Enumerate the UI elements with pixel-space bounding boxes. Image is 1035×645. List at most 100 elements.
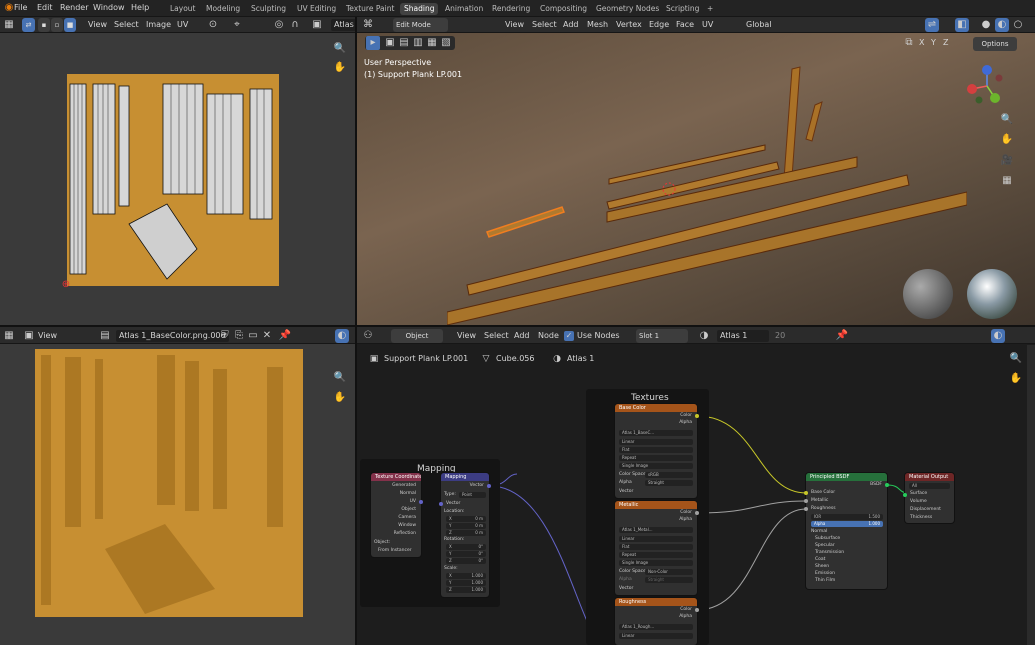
vp-menu-mesh[interactable]: Mesh xyxy=(587,19,608,31)
socket-base-color-out[interactable] xyxy=(695,414,699,418)
image-browse-icon-2[interactable]: ▤ xyxy=(98,329,112,343)
2d-cursor-icon[interactable]: ⊕ xyxy=(59,278,73,292)
material-output-node[interactable]: Material Output All Surface Volume Displ… xyxy=(905,473,954,523)
bsdf-panel-specular[interactable]: Specular xyxy=(815,543,835,549)
tab-uv-editing[interactable]: UV Editing xyxy=(293,3,340,15)
vp-menu-vertex[interactable]: Vertex xyxy=(616,19,642,31)
from-instancer-label[interactable]: From Instancer xyxy=(378,548,412,554)
tab-modeling[interactable]: Modeling xyxy=(202,3,244,15)
base-proj[interactable]: Flat xyxy=(619,447,693,453)
rot-x[interactable]: X 0° xyxy=(446,544,486,550)
tab-scripting[interactable]: Scripting xyxy=(662,3,703,15)
metallic-texture-node[interactable]: Metallic Color Alpha Atlas 1_Metal... Li… xyxy=(615,501,697,595)
material-shading-icon[interactable]: ◐ xyxy=(995,18,1009,32)
falloff-icon[interactable]: ∩ xyxy=(288,18,302,32)
tab-geometry-nodes[interactable]: Geometry Nodes xyxy=(592,3,663,15)
scale-x[interactable]: X 1.000 xyxy=(446,573,486,579)
camera-view-icon[interactable]: 🎥 xyxy=(1000,154,1014,168)
socket-bsdf-out[interactable] xyxy=(885,483,889,487)
bsdf-panel-subsurface[interactable]: Subsurface xyxy=(815,536,840,542)
socket-bsdf-metallic[interactable] xyxy=(804,499,808,503)
image-pan-icon[interactable]: ✋ xyxy=(333,391,347,405)
scene-meshes[interactable] xyxy=(447,57,967,325)
transform-orientation[interactable]: Global xyxy=(746,19,772,31)
uv-menu-image[interactable]: Image xyxy=(146,19,171,31)
base-ext[interactable]: Repeat xyxy=(619,455,693,461)
face-select-button[interactable]: ■ xyxy=(64,18,76,32)
proportional-icon[interactable]: ◎ xyxy=(272,18,286,32)
image-view-menu[interactable]: View xyxy=(38,330,57,342)
viewport-zoom-icon[interactable]: 🔍 xyxy=(1000,113,1014,127)
base-alpha-mode[interactable]: Straight xyxy=(645,480,693,486)
vp-menu-view[interactable]: View xyxy=(505,19,524,31)
menu-edit[interactable]: Edit xyxy=(37,2,53,14)
viewport-editor-type-icon[interactable]: ⌘ xyxy=(361,18,375,32)
bsdf-ior-field[interactable]: IOR 1.500 xyxy=(811,514,883,520)
zoom-icon[interactable]: 🔍 xyxy=(333,42,347,56)
uv-image-name[interactable]: Atlas 1 xyxy=(331,19,355,31)
image-zoom-icon[interactable]: 🔍 xyxy=(333,371,347,385)
add-workspace-button[interactable]: + xyxy=(703,3,717,15)
rough-interp[interactable]: Linear xyxy=(619,633,693,639)
uv-menu-uv[interactable]: UV xyxy=(177,19,188,31)
pin-icon[interactable]: 📌 xyxy=(278,329,292,343)
metallic-cs[interactable]: Non-Color xyxy=(645,569,693,575)
metallic-alpha-mode[interactable]: Straight xyxy=(645,577,693,583)
edge-select-button[interactable]: ▫ xyxy=(51,18,63,32)
socket-mapping-out[interactable] xyxy=(487,484,491,488)
pivot-icon[interactable]: ⊙ xyxy=(206,18,220,32)
select-tool-icon[interactable]: ▸ xyxy=(366,36,380,50)
editor-type-icon[interactable]: ▦ xyxy=(2,18,16,32)
metallic-proj[interactable]: Flat xyxy=(619,544,693,550)
vertex-select-button[interactable]: ▪ xyxy=(38,18,50,32)
tab-shading[interactable]: Shading xyxy=(400,3,439,15)
overlay-toggle-icon[interactable]: ◐ xyxy=(335,329,349,343)
uv-menu-select[interactable]: Select xyxy=(114,19,139,31)
bsdf-panel-emission[interactable]: Emission xyxy=(815,571,835,577)
menu-render[interactable]: Render xyxy=(60,2,88,14)
rot-z[interactable]: Z 0° xyxy=(446,558,486,564)
mirror-axis-y[interactable]: Y xyxy=(931,37,936,49)
vp-menu-select[interactable]: Select xyxy=(532,19,557,31)
area-divider-vertical[interactable] xyxy=(355,17,357,645)
tab-animation[interactable]: Animation xyxy=(441,3,487,15)
socket-metallic-out[interactable] xyxy=(695,511,699,515)
snap-icon[interactable]: ⌖ xyxy=(230,18,244,32)
socket-bsdf-roughness[interactable] xyxy=(804,507,808,511)
menu-file[interactable]: File xyxy=(14,2,27,14)
base-src[interactable]: Single Image xyxy=(619,463,693,469)
metallic-src[interactable]: Single Image xyxy=(619,560,693,566)
area-divider-horizontal[interactable] xyxy=(0,325,1035,327)
socket-output-surface[interactable] xyxy=(903,493,907,497)
image-browse-icon[interactable]: ▣ xyxy=(310,18,324,32)
tab-rendering[interactable]: Rendering xyxy=(488,3,534,15)
pan-hand-icon[interactable]: ✋ xyxy=(333,61,347,75)
select-subtract-icon[interactable]: ▥ xyxy=(411,36,425,50)
bsdf-alpha-field[interactable]: Alpha 1.000 xyxy=(811,521,883,527)
loc-y[interactable]: Y 0 m xyxy=(446,523,486,529)
vp-menu-face[interactable]: Face xyxy=(676,19,694,31)
tab-layout[interactable]: Layout xyxy=(166,3,200,15)
base-cs[interactable]: sRGB xyxy=(645,472,693,478)
base-interp[interactable]: Linear xyxy=(619,439,693,445)
fake-user-icon[interactable]: ⛨ xyxy=(218,329,232,343)
options-dropdown[interactable]: Options xyxy=(973,37,1017,51)
bsdf-panel-coat[interactable]: Coat xyxy=(815,557,825,563)
select-invert-icon[interactable]: ▦ xyxy=(425,36,439,50)
bsdf-panel-transmission[interactable]: Transmission xyxy=(815,550,844,556)
menu-window[interactable]: Window xyxy=(93,2,125,14)
tab-compositing[interactable]: Compositing xyxy=(536,3,591,15)
base-color-image[interactable] xyxy=(35,349,303,617)
select-extend-icon[interactable]: ▤ xyxy=(397,36,411,50)
loc-z[interactable]: Z 0 m xyxy=(446,530,486,536)
mapping-node[interactable]: Mapping Vector Type: Point Vector Locati… xyxy=(441,473,489,597)
socket-mapping-in[interactable] xyxy=(439,502,443,506)
bsdf-panel-thin-film[interactable]: Thin Film xyxy=(815,578,835,584)
texture-coordinate-node[interactable]: Texture Coordinate Generated Normal UV O… xyxy=(371,473,421,557)
scale-y[interactable]: Y 1.000 xyxy=(446,580,486,586)
solid-shading-icon[interactable]: ● xyxy=(979,18,993,32)
metallic-image-field[interactable]: Atlas 1_Metal... xyxy=(619,527,693,533)
viewport-pan-icon[interactable]: ✋ xyxy=(1000,133,1014,147)
tab-sculpting[interactable]: Sculpting xyxy=(247,3,290,15)
mode-select[interactable]: Edit Mode xyxy=(393,18,448,32)
